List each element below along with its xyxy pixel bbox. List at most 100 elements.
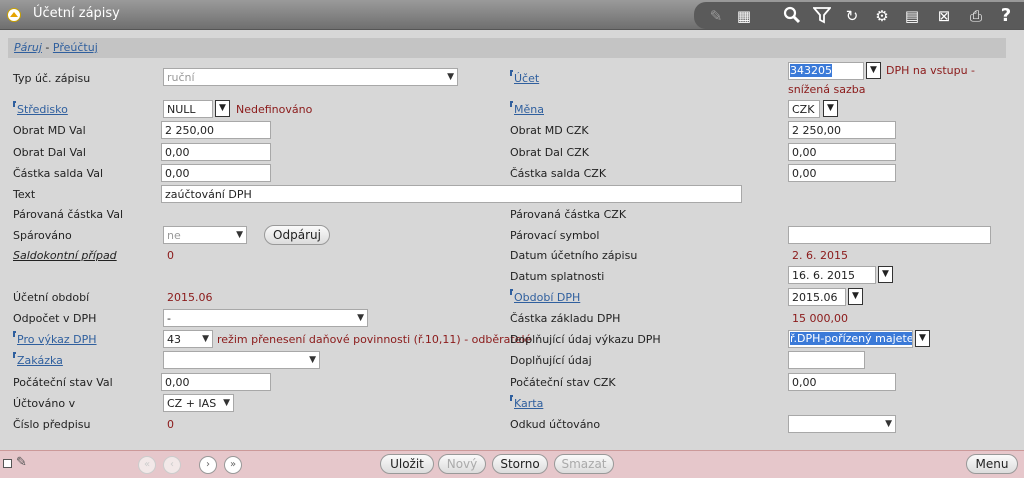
mena-label[interactable]: Měna <box>510 101 544 116</box>
ucet-dropdown-icon[interactable]: ▼ <box>866 62 881 79</box>
pro-vykaz-desc: režim přenesení daňové povinnosti (ř.10,… <box>217 333 532 346</box>
parovana-val-label: Párovaná částka Val <box>13 208 124 221</box>
chevron-down-icon: ▼ <box>202 334 209 344</box>
datum-splatnosti-input[interactable]: 16. 6. 2015 <box>788 266 876 284</box>
search-icon[interactable] <box>782 6 802 26</box>
link-separator: - <box>41 41 53 54</box>
refresh-icon[interactable]: ↻ <box>842 6 862 26</box>
castka-zakladu-label: Částka základu DPH <box>510 312 621 325</box>
text-input[interactable]: zaúčtování DPH <box>161 185 742 203</box>
ucet-label[interactable]: Účet <box>510 70 539 85</box>
obdobi-dph-label[interactable]: Období DPH <box>510 289 580 304</box>
ucet-value: 343205 <box>790 64 832 77</box>
help-icon[interactable]: ? <box>996 6 1016 26</box>
edit-icon[interactable]: ✎ <box>16 455 27 470</box>
uctovano-select[interactable]: CZ + IAS ▼ <box>163 394 234 412</box>
obrat-md-val-input[interactable]: 2 250,00 <box>161 121 271 139</box>
stredisko-label[interactable]: Středisko <box>13 101 68 116</box>
collapse-icon[interactable] <box>7 8 21 22</box>
doplnujici-input[interactable] <box>788 351 865 369</box>
doplnujici-vykaz-dropdown-icon[interactable]: ▼ <box>915 330 930 347</box>
obrat-md-czk-input[interactable]: 2 250,00 <box>788 121 896 139</box>
odparuj-button[interactable]: Odpáruj <box>264 225 330 245</box>
mena-input[interactable]: CZK <box>788 100 820 118</box>
chevron-down-icon: ▼ <box>885 419 892 429</box>
typ-label: Typ úč. zápisu <box>13 72 91 85</box>
pro-vykaz-value: 43 <box>167 333 181 346</box>
zakazka-label[interactable]: Zakázka <box>13 352 63 367</box>
previous-record-icon: ‹ <box>163 456 181 474</box>
zakazka-select[interactable]: ▼ <box>163 351 320 369</box>
save-button[interactable]: Uložit <box>380 454 434 474</box>
select-checkbox[interactable] <box>3 459 12 468</box>
excel-icon[interactable]: ⊠ <box>934 6 954 26</box>
chevron-down-icon: ▼ <box>236 230 243 240</box>
menu-button[interactable]: Menu <box>966 454 1018 474</box>
obdobi-value: 2015.06 <box>167 291 213 304</box>
stredisko-dropdown-icon[interactable]: ▼ <box>215 100 230 117</box>
obrat-dal-val-label: Obrat Dal Val <box>13 146 86 159</box>
chevron-down-icon: ▼ <box>309 355 316 365</box>
ucet-desc-2: snížená sazba <box>788 83 866 96</box>
chevron-down-icon: ▼ <box>357 313 364 323</box>
sparovano-value: ne <box>167 229 181 242</box>
obrat-md-val-label: Obrat MD Val <box>13 124 86 137</box>
document-icon[interactable]: ▤ <box>902 6 922 26</box>
obdobi-dph-input[interactable]: 2015.06 <box>788 288 846 306</box>
odpocet-value: - <box>167 312 171 325</box>
obdobi-label: Účetní období <box>13 291 90 304</box>
ucet-input[interactable]: 343205 <box>788 62 864 80</box>
parovana-czk-label: Párovaná částka CZK <box>510 208 627 221</box>
pocatecni-val-input[interactable]: 0,00 <box>161 373 271 391</box>
doplnujici-vykaz-input[interactable]: ř.DPH-pořízený majetek <box>788 330 913 348</box>
obrat-dal-val-input[interactable]: 0,00 <box>161 143 271 161</box>
karta-link[interactable]: Karta <box>510 395 543 410</box>
bottom-bar: ✎ « ‹ › » Uložit Nový Storno Smazat Menu <box>0 450 1024 478</box>
doplnujici-vykaz-value: ř.DPH-pořízený majetek <box>790 332 912 345</box>
odpocet-label: Odpočet v DPH <box>13 312 97 325</box>
saldokontni-link[interactable]: Saldokontní případ <box>13 249 117 262</box>
page-title: Účetní zápisy <box>33 6 120 21</box>
typ-value: ruční <box>167 71 195 84</box>
cislo-value: 0 <box>167 418 174 431</box>
preuctuj-link[interactable]: Přeúčtuj <box>53 41 98 54</box>
doplnujici-vykaz-label: Doplňující údaj výkazu DPH <box>510 333 661 346</box>
print-icon[interactable]: ⎙ <box>966 6 986 26</box>
calendar-dropdown-icon[interactable]: ▼ <box>878 266 893 283</box>
settings-icon[interactable]: ⚙ <box>872 6 892 26</box>
datum-zapisu-label: Datum účetního zápisu <box>510 249 638 262</box>
castka-salda-czk-input[interactable]: 0,00 <box>788 164 896 182</box>
edit-icon: ✎ <box>709 7 723 25</box>
action-links: Páruj - Přeúčtuj <box>8 38 1006 58</box>
obdobi-dph-dropdown-icon[interactable]: ▼ <box>848 288 863 305</box>
pro-vykaz-select[interactable]: 43 ▼ <box>163 330 213 348</box>
paruj-link[interactable]: Páruj <box>14 41 42 54</box>
typ-select[interactable]: ruční ▼ <box>163 68 458 86</box>
chevron-down-icon: ▼ <box>447 72 454 82</box>
next-record-icon[interactable]: › <box>199 456 217 474</box>
filter-icon[interactable] <box>812 6 832 26</box>
castka-zakladu-value: 15 000,00 <box>792 312 848 325</box>
doplnujici-label: Doplňující údaj <box>510 354 592 367</box>
pocatecni-czk-input[interactable]: 0,00 <box>788 373 896 391</box>
sparovano-select[interactable]: ne ▼ <box>163 226 247 244</box>
saldokontni-value: 0 <box>167 249 174 262</box>
stredisko-input[interactable]: NULL <box>163 100 213 118</box>
datum-splatnosti-label: Datum splatnosti <box>510 270 605 283</box>
pro-vykaz-label[interactable]: Pro výkaz DPH <box>13 331 97 346</box>
cancel-button[interactable]: Storno <box>492 454 548 474</box>
ucet-desc-1: DPH na vstupu - <box>886 64 976 77</box>
parovaci-input[interactable] <box>788 226 991 244</box>
toolbar: ✎ ▦ ↻ ⚙ ▤ ⊠ ⎙ ? <box>694 2 1024 29</box>
table-icon[interactable]: ▦ <box>734 6 754 26</box>
stredisko-desc: Nedefinováno <box>236 103 313 116</box>
obrat-dal-czk-input[interactable]: 0,00 <box>788 143 896 161</box>
mena-dropdown-icon[interactable]: ▼ <box>823 100 838 117</box>
odkud-select[interactable]: ▼ <box>788 415 896 433</box>
castka-salda-val-input[interactable]: 0,00 <box>161 164 271 182</box>
chevron-down-icon: ▼ <box>223 398 230 408</box>
cislo-label: Číslo předpisu <box>13 418 91 431</box>
odkud-label: Odkud účtováno <box>510 418 601 431</box>
last-record-icon[interactable]: » <box>224 456 242 474</box>
odpocet-select[interactable]: - ▼ <box>163 309 368 327</box>
